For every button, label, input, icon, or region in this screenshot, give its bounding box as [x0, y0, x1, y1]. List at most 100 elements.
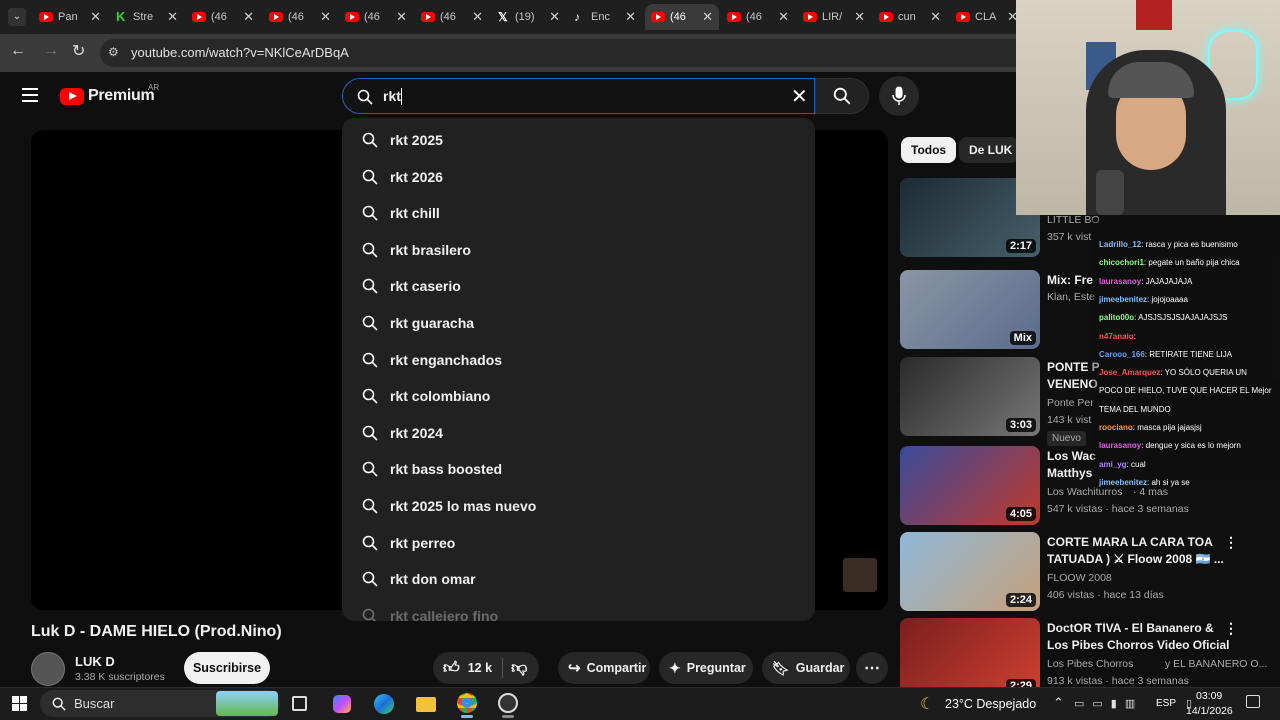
url-text: youtube.com/watch?v=NKlCeArDBqA	[131, 45, 349, 60]
search-suggestion[interactable]: rkt perreo	[342, 525, 815, 561]
browser-tab[interactable]: 𝕏 (19) ✕	[492, 4, 566, 30]
chat-text: : masca pija jajasjsj	[1132, 423, 1202, 432]
obs-icon[interactable]	[498, 693, 518, 713]
tray-overflow-icon[interactable]: ⌃	[1053, 695, 1064, 711]
related-video-thumbnail[interactable]: Mix	[900, 270, 1040, 349]
close-tab-icon[interactable]: ✕	[472, 9, 483, 25]
browser-tab[interactable]: K Stre ✕	[110, 4, 184, 30]
weather-text[interactable]: 23°C Despejado	[945, 697, 1036, 711]
chip-from-channel[interactable]: De LUK D	[959, 137, 1019, 163]
close-tab-icon[interactable]: ✕	[930, 9, 941, 25]
clear-search-icon[interactable]: ✕	[791, 84, 808, 109]
tab-list-dropdown-icon[interactable]: ⌄	[8, 8, 26, 26]
chip-all[interactable]: Todos	[901, 137, 957, 163]
search-icon	[362, 498, 378, 519]
channel-avatar[interactable]	[31, 652, 65, 686]
copilot-icon[interactable]	[333, 695, 351, 713]
like-button[interactable]: 👍︎ 12 k	[433, 659, 492, 678]
related-video-title[interactable]: VENENO	[1047, 376, 1098, 393]
close-tab-icon[interactable]: ✕	[549, 9, 560, 25]
menu-icon[interactable]	[22, 88, 38, 102]
tray-icons[interactable]: ▭▭▮▥	[1074, 697, 1143, 710]
close-tab-icon[interactable]: ✕	[320, 9, 331, 25]
clock-time[interactable]: 03:09	[1196, 690, 1222, 702]
browser-tab[interactable]: (46 ✕	[645, 4, 719, 30]
subscriber-count: 3.38 K suscriptores	[75, 671, 165, 683]
search-suggestion[interactable]: rkt don omar	[342, 561, 815, 597]
clock-date[interactable]: 14/1/2026	[1186, 705, 1233, 717]
search-suggestion[interactable]: rkt colombiano	[342, 378, 815, 414]
language-indicator[interactable]: ESP	[1156, 698, 1176, 709]
close-tab-icon[interactable]: ✕	[702, 9, 713, 25]
chrome-icon[interactable]	[457, 693, 477, 713]
tab-title: Pan	[58, 11, 78, 23]
search-suggestion[interactable]: rkt caserio	[342, 268, 815, 304]
browser-tab[interactable]: (46 ✕	[263, 4, 337, 30]
close-tab-icon[interactable]: ✕	[778, 9, 789, 25]
browser-tab[interactable]: Pan ✕	[33, 4, 107, 30]
search-suggestion[interactable]: rkt 2026	[342, 159, 815, 195]
browser-tab[interactable]: CLA ✕	[950, 4, 1024, 30]
related-video-thumbnail[interactable]: 2:29	[900, 618, 1040, 697]
taskbar-search[interactable]: Buscar	[40, 690, 280, 717]
search-suggestion[interactable]: rkt brasilero	[342, 232, 815, 268]
search-suggestion[interactable]: rkt callejero fino	[342, 598, 815, 621]
channel-name[interactable]: LUK D	[75, 654, 115, 669]
search-suggestion[interactable]: rkt 2025	[342, 122, 815, 158]
edge-icon[interactable]	[374, 694, 394, 714]
browser-tab[interactable]: (46 ✕	[339, 4, 413, 30]
close-tab-icon[interactable]: ✕	[854, 9, 865, 25]
search-suggestion[interactable]: rkt guaracha	[342, 305, 815, 341]
video-options-icon[interactable]: ⋮	[1224, 620, 1238, 637]
voice-search-button[interactable]	[879, 76, 919, 116]
save-button[interactable]: 🔖︎ Guardar	[762, 652, 850, 684]
site-info-icon[interactable]: ⚙	[108, 45, 119, 59]
subscribe-button[interactable]: Suscribirse	[184, 652, 270, 684]
file-explorer-icon[interactable]	[416, 697, 436, 712]
search-suggestion[interactable]: rkt 2024	[342, 415, 815, 451]
close-tab-icon[interactable]: ✕	[243, 9, 254, 25]
close-tab-icon[interactable]: ✕	[625, 9, 636, 25]
close-tab-icon[interactable]: ✕	[90, 9, 101, 25]
related-video-title[interactable]: Los Wac	[1047, 448, 1096, 465]
start-icon[interactable]	[12, 696, 27, 711]
search-input[interactable]: rkt ✕	[342, 78, 815, 114]
related-video-thumbnail[interactable]: 3:03	[900, 357, 1040, 436]
youtube-logo[interactable]: Premium	[60, 87, 155, 105]
related-video-title[interactable]: Los Pibes Chorros Video Oficial	[1047, 637, 1230, 654]
browser-tab[interactable]: (46 ✕	[186, 4, 260, 30]
chat-message: jimeebenitez: ah si ya se	[1099, 477, 1190, 488]
browser-tab[interactable]: cun ✕	[873, 4, 947, 30]
browser-tab[interactable]: (46 ✕	[415, 4, 489, 30]
related-video-title[interactable]: CORTE MARA LA CARA TOA	[1047, 534, 1213, 551]
video-options-icon[interactable]: ⋮	[1224, 534, 1238, 551]
back-icon[interactable]: ←	[10, 42, 26, 60]
reload-icon[interactable]: ↻	[72, 41, 85, 61]
task-view-icon[interactable]	[292, 696, 307, 711]
related-video-thumbnail[interactable]: 4:05	[900, 446, 1040, 525]
chat-message: TEMA DEL MUNDO	[1099, 404, 1171, 415]
more-actions-button[interactable]: ⋯	[856, 652, 888, 684]
thumbs-down-icon[interactable]: 👎︎	[511, 659, 527, 678]
close-tab-icon[interactable]: ✕	[167, 9, 178, 25]
browser-tab[interactable]: ♪ Enc ✕	[568, 4, 642, 30]
related-video-title[interactable]: Mix: Fre	[1047, 272, 1093, 289]
notifications-icon[interactable]	[1246, 695, 1260, 708]
related-video-title[interactable]: Matthys	[1047, 465, 1092, 482]
browser-tab[interactable]: (46 ✕	[721, 4, 795, 30]
close-tab-icon[interactable]: ✕	[396, 9, 407, 25]
chat-text: : YO SÓLO QUERIA UN	[1160, 368, 1247, 378]
related-video-title[interactable]: DoctOR TIVA - El Bananero &	[1047, 620, 1214, 637]
forward-icon[interactable]: →	[43, 42, 59, 60]
ask-button[interactable]: ✦ Preguntar	[659, 652, 753, 684]
search-suggestion[interactable]: rkt enganchados	[342, 342, 815, 378]
browser-tab[interactable]: LIR/ ✕	[797, 4, 871, 30]
search-button[interactable]	[815, 78, 869, 114]
search-suggestion[interactable]: rkt bass boosted	[342, 451, 815, 487]
related-video-thumbnail[interactable]: 2:24	[900, 532, 1040, 611]
share-button[interactable]: ↪ Compartir	[558, 652, 650, 684]
related-video-title[interactable]: TATUADA ) ⚔ Floow 2008 🇦🇷 ...	[1047, 551, 1224, 568]
search-suggestion[interactable]: rkt chill	[342, 195, 815, 231]
search-suggestion[interactable]: rkt 2025 lo mas nuevo	[342, 488, 815, 524]
youtube-icon	[192, 12, 206, 22]
